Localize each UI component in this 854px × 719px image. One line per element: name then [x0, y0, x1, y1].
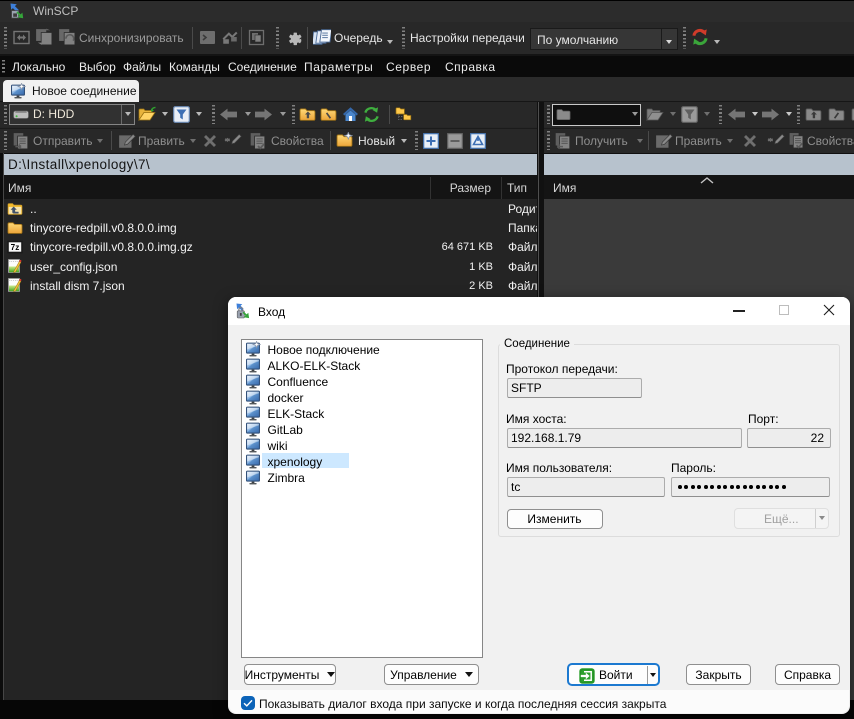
svg-text:7z: 7z [11, 243, 20, 252]
